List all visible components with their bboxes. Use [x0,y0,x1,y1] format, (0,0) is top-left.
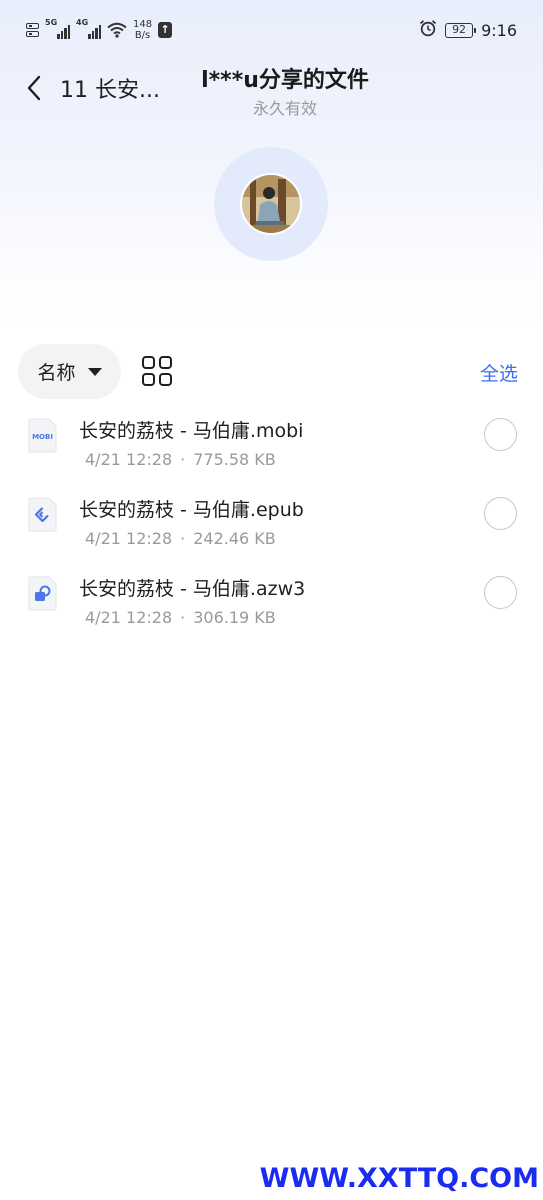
mobi-file-icon: MOBI [28,418,57,453]
file-name: 长安的荔枝 - 马伯庸.azw3 [79,578,306,600]
file-list-item[interactable]: MOBI 长安的荔枝 - 马伯庸.mobi 4/21 12:28 · 775.58 … [0,418,543,497]
select-checkbox[interactable] [484,418,517,451]
wifi-icon [107,22,127,38]
file-size: 775.58 KB [193,450,276,469]
grid-icon [142,356,172,386]
file-date: 4/21 12:28 [85,529,173,548]
epub-file-icon [28,497,57,532]
file-name: 长安的荔枝 - 马伯庸.epub [79,499,304,521]
file-size: 306.19 KB [193,608,276,627]
back-button[interactable] [18,70,50,106]
azw3-file-icon [28,576,57,611]
file-date: 4/21 12:28 [85,450,173,469]
alarm-icon [419,19,437,41]
file-list-item[interactable]: 长安的荔枝 - 马伯庸.azw3 4/21 12:28 · 306.19 KB [0,576,543,655]
watermark: WWW.XXTTQ.COM [259,1163,539,1194]
file-meta: 4/21 12:28 · 306.19 KB [85,608,276,627]
sort-button[interactable]: 名称 [18,344,121,399]
back-title[interactable]: 11 长安... [60,72,162,104]
svg-text:MOBI: MOBI [32,433,53,441]
sort-label: 名称 [37,362,76,384]
avatar [240,173,302,235]
page-title: l***u分享的文件 [201,68,369,93]
clock: 9:16 [481,20,517,40]
validity-label: 永久有效 [252,99,317,118]
file-meta: 4/21 12:28 · 775.58 KB [85,450,276,469]
upload-icon: ↑ [158,22,173,38]
battery-icon: 92 [445,22,477,38]
caret-down-icon [87,367,102,376]
sim-card-icon [26,23,39,37]
sim1-network-label: 5G [45,18,58,27]
signal-icon: 4G [76,18,101,39]
chevron-left-icon [27,75,41,101]
battery-level: 92 [452,23,467,36]
file-list-item[interactable]: 长安的荔枝 - 马伯庸.epub 4/21 12:28 · 242.46 KB [0,497,543,576]
status-bar: 5G 4G 148 B/s ↑ 92 9:16 [0,0,543,58]
net-speed: 148 B/s [133,19,153,41]
select-all-button[interactable]: 全选 [480,359,518,386]
file-meta: 4/21 12:28 · 242.46 KB [85,529,276,548]
file-date: 4/21 12:28 [85,608,173,627]
grid-view-button[interactable] [141,355,173,387]
signal-icon: 5G [45,18,70,39]
select-checkbox[interactable] [484,576,517,609]
sim2-network-label: 4G [76,18,89,27]
file-name: 长安的荔枝 - 马伯庸.mobi [79,420,304,442]
file-size: 242.46 KB [193,529,276,548]
select-checkbox[interactable] [484,497,517,530]
